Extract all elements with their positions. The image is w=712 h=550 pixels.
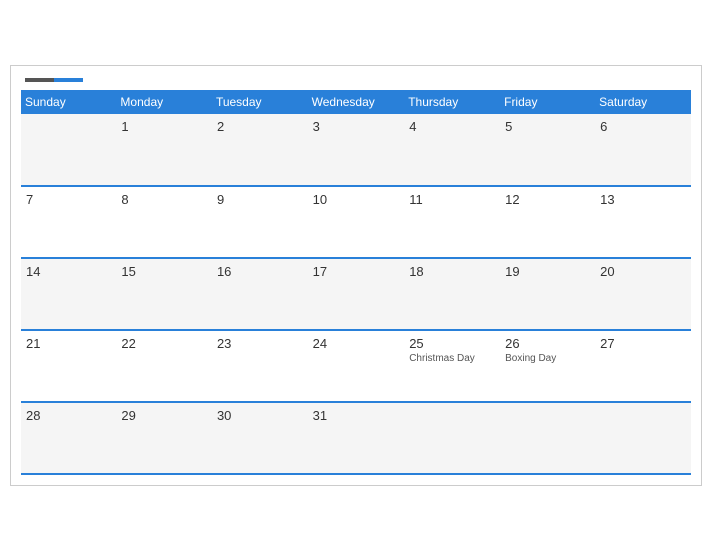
weekday-header-monday: Monday (116, 90, 212, 114)
day-number: 17 (313, 264, 400, 279)
day-number: 21 (26, 336, 111, 351)
day-number: 9 (217, 192, 303, 207)
day-number: 10 (313, 192, 400, 207)
day-number: 6 (600, 119, 686, 134)
day-cell: 31 (308, 402, 405, 474)
day-cell: 8 (116, 186, 212, 258)
day-cell: 23 (212, 330, 308, 402)
day-cell: 11 (404, 186, 500, 258)
day-cell: 17 (308, 258, 405, 330)
day-cell: 28 (21, 402, 116, 474)
weekday-header-friday: Friday (500, 90, 595, 114)
day-number: 28 (26, 408, 111, 423)
day-cell (500, 402, 595, 474)
day-cell: 18 (404, 258, 500, 330)
day-number: 7 (26, 192, 111, 207)
day-number: 8 (121, 192, 207, 207)
day-cell: 30 (212, 402, 308, 474)
day-cell: 21 (21, 330, 116, 402)
holiday-name: Christmas Day (409, 353, 495, 364)
day-cell: 20 (595, 258, 691, 330)
weekday-header-wednesday: Wednesday (308, 90, 405, 114)
week-row-5: 28 29 30 31 (21, 402, 691, 474)
calendar-container: SundayMondayTuesdayWednesdayThursdayFrid… (10, 65, 702, 486)
day-number: 25 (409, 336, 495, 351)
weekday-header-row: SundayMondayTuesdayWednesdayThursdayFrid… (21, 90, 691, 114)
day-number: 4 (409, 119, 495, 134)
day-cell: 25 Christmas Day (404, 330, 500, 402)
day-cell: 9 (212, 186, 308, 258)
day-cell: 13 (595, 186, 691, 258)
day-number: 29 (121, 408, 207, 423)
calendar-body: 1234567891011121314151617181920212223242… (21, 114, 691, 474)
day-cell: 6 (595, 114, 691, 186)
week-row-4: 21 22 23 24 25 Christmas Day 26 Boxing Day 27 (21, 330, 691, 402)
day-number: 18 (409, 264, 495, 279)
logo-line (25, 78, 83, 82)
day-number: 14 (26, 264, 111, 279)
day-cell: 16 (212, 258, 308, 330)
day-cell: 22 (116, 330, 212, 402)
day-number: 20 (600, 264, 686, 279)
day-cell: 24 (308, 330, 405, 402)
day-number: 11 (409, 192, 495, 207)
day-number: 2 (217, 119, 303, 134)
calendar-header (21, 76, 691, 82)
logo (25, 76, 83, 82)
day-cell: 4 (404, 114, 500, 186)
day-number: 23 (217, 336, 303, 351)
week-row-1: 123456 (21, 114, 691, 186)
day-cell: 29 (116, 402, 212, 474)
day-number: 24 (313, 336, 400, 351)
day-number: 13 (600, 192, 686, 207)
day-cell: 7 (21, 186, 116, 258)
day-number: 5 (505, 119, 590, 134)
day-number: 3 (313, 119, 400, 134)
day-cell: 27 (595, 330, 691, 402)
day-number: 27 (600, 336, 686, 351)
day-number: 26 (505, 336, 590, 351)
weekday-header-saturday: Saturday (595, 90, 691, 114)
day-cell: 26 Boxing Day (500, 330, 595, 402)
day-cell: 1 (116, 114, 212, 186)
day-number: 19 (505, 264, 590, 279)
day-cell (21, 114, 116, 186)
day-number: 31 (313, 408, 400, 423)
day-number: 30 (217, 408, 303, 423)
day-cell: 19 (500, 258, 595, 330)
day-number: 22 (121, 336, 207, 351)
weekday-header-thursday: Thursday (404, 90, 500, 114)
day-cell: 14 (21, 258, 116, 330)
day-number: 15 (121, 264, 207, 279)
day-cell (404, 402, 500, 474)
day-number: 1 (121, 119, 207, 134)
day-cell: 15 (116, 258, 212, 330)
day-number: 16 (217, 264, 303, 279)
week-row-2: 789 10 11 12 13 (21, 186, 691, 258)
holiday-name: Boxing Day (505, 353, 590, 364)
day-cell: 5 (500, 114, 595, 186)
calendar-header-row: SundayMondayTuesdayWednesdayThursdayFrid… (21, 90, 691, 114)
weekday-header-sunday: Sunday (21, 90, 116, 114)
week-row-3: 14 15 16 17 18 19 20 (21, 258, 691, 330)
day-cell: 2 (212, 114, 308, 186)
day-cell: 10 (308, 186, 405, 258)
day-number: 12 (505, 192, 590, 207)
day-cell (595, 402, 691, 474)
day-cell: 12 (500, 186, 595, 258)
day-cell: 3 (308, 114, 405, 186)
calendar-table: SundayMondayTuesdayWednesdayThursdayFrid… (21, 90, 691, 475)
weekday-header-tuesday: Tuesday (212, 90, 308, 114)
